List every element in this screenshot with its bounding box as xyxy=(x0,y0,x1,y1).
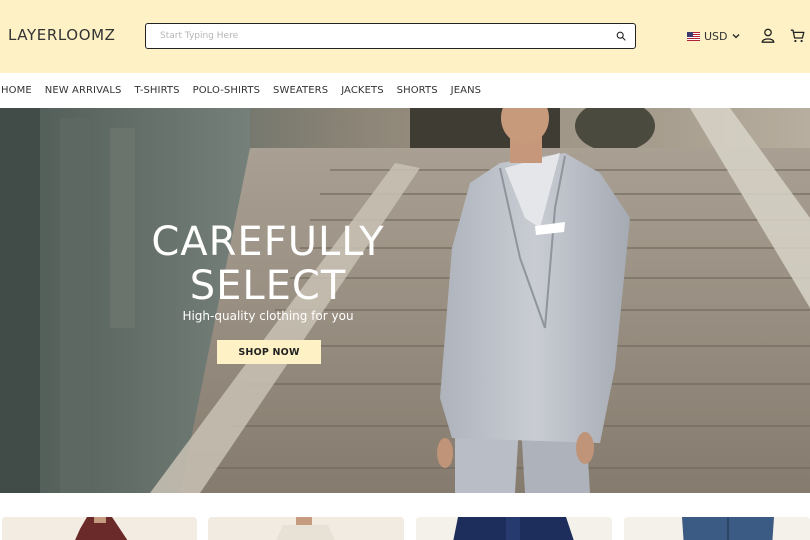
account-icon[interactable] xyxy=(761,28,775,43)
search-input[interactable] xyxy=(160,27,600,45)
search-box[interactable] xyxy=(145,23,636,49)
hero-title-line1: CAREFULLY xyxy=(151,219,385,265)
cart-icon[interactable] xyxy=(790,29,805,43)
search-icon[interactable] xyxy=(616,31,626,41)
us-flag-icon xyxy=(687,31,700,41)
brand-logo[interactable]: LAYERLOOMZ xyxy=(8,26,116,44)
shop-now-button[interactable]: SHOP NOW xyxy=(217,340,321,364)
nav-item-jeans[interactable]: JEANS xyxy=(451,85,481,96)
currency-selector[interactable]: USD xyxy=(687,28,740,44)
product-card[interactable] xyxy=(2,517,197,540)
hero-title: CAREFULLY SELECT xyxy=(118,220,418,308)
product-card[interactable] xyxy=(624,517,810,540)
product-card-row xyxy=(0,517,810,540)
nav-item-t-shirts[interactable]: T-SHIRTS xyxy=(134,85,179,96)
nav-item-shorts[interactable]: SHORTS xyxy=(397,85,438,96)
nav-item-polo-shirts[interactable]: POLO-SHIRTS xyxy=(193,85,260,96)
product-image xyxy=(208,517,404,540)
nav-item-sweaters[interactable]: SWEATERS xyxy=(273,85,328,96)
nav-item-home[interactable]: HOME xyxy=(1,85,32,96)
hero-subtitle: High-quality clothing for you xyxy=(182,309,354,323)
hero-banner: CAREFULLY SELECT High-quality clothing f… xyxy=(0,108,810,493)
header-bar: LAYERLOOMZ USD xyxy=(0,0,810,73)
product-image xyxy=(2,517,197,540)
nav-item-new-arrivals[interactable]: NEW ARRIVALS xyxy=(45,85,122,96)
product-image xyxy=(416,517,612,540)
nav-item-jackets[interactable]: JACKETS xyxy=(341,85,383,96)
currency-label: USD xyxy=(704,29,728,43)
main-nav: HOME NEW ARRIVALS T-SHIRTS POLO-SHIRTS S… xyxy=(0,73,810,108)
product-image xyxy=(624,517,810,540)
product-card[interactable] xyxy=(208,517,404,540)
chevron-down-icon xyxy=(732,34,739,39)
hero-title-line2: SELECT xyxy=(189,263,347,309)
product-card[interactable] xyxy=(416,517,612,540)
